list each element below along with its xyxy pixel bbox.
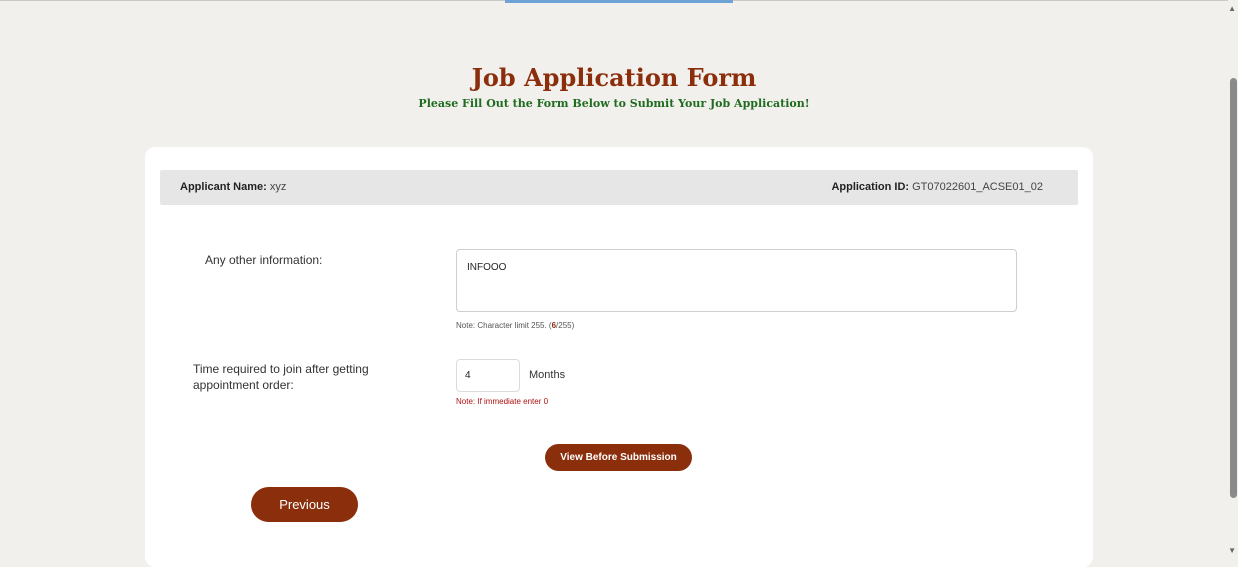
applicant-name: Applicant Name: xyz	[180, 181, 286, 193]
character-limit-note-suffix: /255)	[556, 321, 575, 330]
previous-button[interactable]: Previous	[251, 487, 358, 522]
join-time-label-line2: appointment order:	[193, 378, 294, 392]
view-before-submission-button[interactable]: View Before Submission	[545, 444, 692, 471]
page-title: Job Application Form	[471, 63, 757, 92]
page-scrollbar[interactable]: ▲ ▼	[1228, 0, 1238, 558]
scroll-up-arrow-icon[interactable]: ▲	[1228, 4, 1236, 13]
other-info-label: Any other information:	[205, 253, 323, 267]
active-tab-indicator	[505, 0, 733, 3]
other-info-textarea[interactable]: INFOOO	[456, 249, 1017, 312]
page-header: Job Application Form Please Fill Out the…	[0, 63, 1228, 110]
applicant-name-label: Applicant Name:	[180, 181, 267, 193]
scroll-down-arrow-icon[interactable]: ▼	[1228, 546, 1236, 555]
character-limit-note: Note: Character limit 255. (6/255)	[456, 321, 574, 330]
applicant-info-bar: Applicant Name: xyz Application ID: GT07…	[160, 170, 1078, 205]
character-limit-note-prefix: Note: Character limit 255. (	[456, 321, 552, 330]
join-time-input[interactable]: 4	[456, 359, 520, 392]
immediate-join-note: Note: If immediate enter 0	[456, 397, 549, 406]
months-unit-label: Months	[529, 369, 566, 381]
join-time-label: Time required to join after getting appo…	[193, 361, 369, 393]
page-subtitle: Please Fill Out the Form Below to Submit…	[418, 97, 810, 110]
application-id: Application ID: GT07022601_ACSE01_02	[831, 181, 1043, 193]
application-id-label: Application ID:	[831, 181, 910, 193]
scrollbar-thumb[interactable]	[1230, 78, 1237, 498]
application-id-value: GT07022601_ACSE01_02	[912, 181, 1043, 193]
applicant-name-value: xyz	[269, 181, 287, 193]
join-time-label-line1: Time required to join after getting	[193, 362, 369, 376]
form-card: Applicant Name: xyz Application ID: GT07…	[145, 147, 1093, 567]
